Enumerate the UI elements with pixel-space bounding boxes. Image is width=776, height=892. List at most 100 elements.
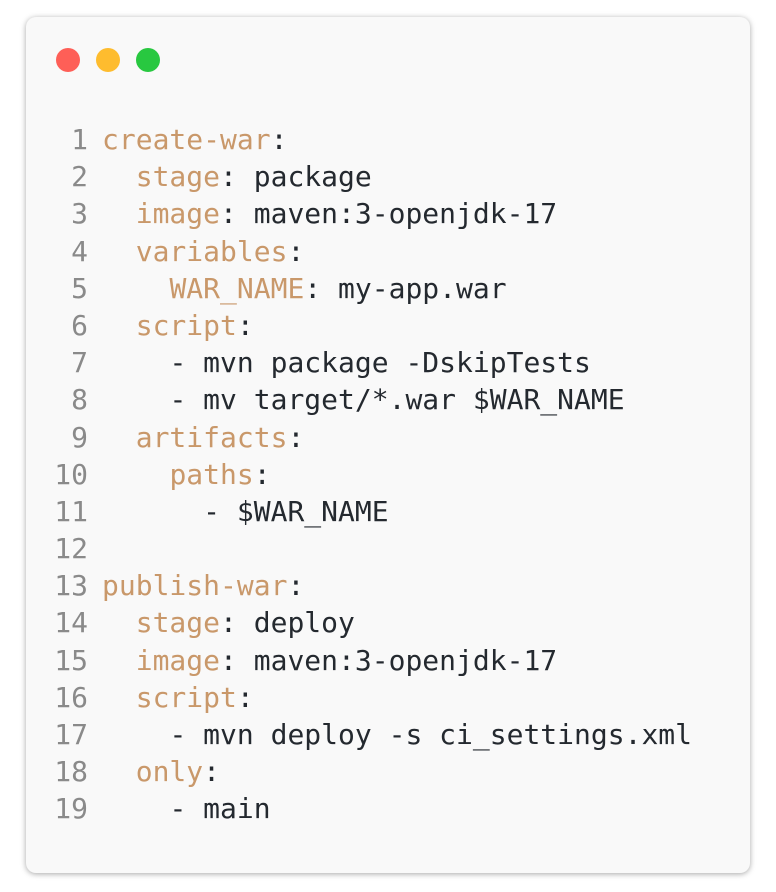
code-line: 8 - mv target/*.war $WAR_NAME: [26, 381, 692, 418]
yaml-value: my-app.war: [338, 271, 507, 305]
line-number: 7: [71, 346, 88, 380]
line-content: stage: package: [102, 158, 372, 195]
yaml-key: image: [135, 197, 221, 231]
line-content: artifacts:: [102, 419, 305, 456]
line-content: only:: [102, 753, 220, 790]
yaml-value: package: [253, 160, 372, 194]
code-window: 1 create-war: 2 stage: package 3 image: mav…: [26, 17, 750, 873]
yaml-key: variables: [135, 234, 288, 268]
yaml-value: deploy: [253, 606, 355, 640]
yaml-value: - mvn package -DskipTests: [169, 346, 591, 380]
yaml-separator: :: [220, 606, 254, 640]
code-line: 9 artifacts:: [26, 419, 692, 456]
yaml-separator: :: [287, 420, 305, 454]
yaml-value: - $WAR_NAME: [203, 494, 389, 528]
yaml-key: create-war: [102, 123, 271, 156]
line-content: image: maven:3-openjdk-17: [102, 195, 557, 232]
yaml-value: - mv target/*.war $WAR_NAME: [169, 383, 625, 417]
line-number: 10: [54, 457, 88, 491]
code-line: 19 - main: [26, 790, 692, 827]
line-number: 15: [54, 643, 88, 677]
yaml-value: - main: [169, 792, 271, 826]
code-block: 1 create-war: 2 stage: package 3 image: mav…: [26, 121, 692, 828]
line-number: 13: [54, 569, 88, 603]
code-line: 7 - mvn package -DskipTests: [26, 344, 692, 381]
yaml-key: publish-war: [102, 569, 288, 603]
line-content: create-war:: [102, 121, 287, 158]
yaml-separator: :: [287, 569, 305, 603]
line-content: - mvn package -DskipTests: [102, 344, 591, 381]
yaml-value: maven:3-openjdk-17: [253, 643, 558, 677]
line-number: 4: [71, 234, 88, 268]
code-line: 16 script:: [26, 679, 692, 716]
line-number: 2: [71, 160, 88, 194]
yaml-separator: :: [236, 680, 254, 714]
line-number: 3: [71, 197, 88, 231]
yaml-key: paths: [169, 457, 254, 491]
yaml-key: WAR_NAME: [169, 271, 305, 305]
line-number: 18: [54, 755, 88, 789]
line-content: script:: [102, 679, 254, 716]
line-number: 19: [54, 792, 88, 826]
line-number: 6: [71, 308, 88, 342]
code-line: 18 only:: [26, 753, 692, 790]
code-line: 11 - $WAR_NAME: [26, 493, 692, 530]
line-number: 8: [71, 383, 88, 417]
close-dot[interactable]: [56, 48, 80, 72]
code-line: 1 create-war:: [26, 121, 692, 158]
yaml-separator: :: [270, 123, 288, 156]
yaml-key: script: [135, 308, 237, 342]
code-line: 14 stage: deploy: [26, 604, 692, 641]
line-content: - $WAR_NAME: [102, 493, 389, 530]
yaml-separator: :: [220, 160, 254, 194]
line-content: paths:: [102, 456, 271, 493]
yaml-value: - mvn deploy -s ci_settings.xml: [169, 718, 693, 751]
window-controls: [56, 48, 160, 72]
line-number: 16: [54, 680, 88, 714]
line-number: 17: [54, 718, 88, 751]
code-line: 10 paths:: [26, 456, 692, 493]
yaml-separator: :: [220, 197, 254, 231]
line-number: 14: [54, 606, 88, 640]
line-number: 1: [71, 123, 88, 156]
yaml-key: stage: [135, 160, 221, 194]
yaml-key: script: [135, 680, 237, 714]
yaml-separator: :: [236, 308, 254, 342]
yaml-separator: :: [287, 234, 305, 268]
code-line: 12: [26, 530, 692, 567]
line-content: WAR_NAME: my-app.war: [102, 270, 507, 307]
yaml-separator: :: [253, 457, 271, 491]
line-content: stage: deploy: [102, 604, 355, 641]
yaml-key: artifacts: [135, 420, 288, 454]
minimize-dot[interactable]: [96, 48, 120, 72]
code-line: 6 script:: [26, 307, 692, 344]
yaml-key: only: [135, 755, 204, 789]
line-content: - main: [102, 790, 271, 827]
line-number: 11: [54, 494, 88, 528]
line-number: 9: [71, 420, 88, 454]
line-content: - mv target/*.war $WAR_NAME: [102, 381, 625, 418]
code-line: 5 WAR_NAME: my-app.war: [26, 270, 692, 307]
line-content: image: maven:3-openjdk-17: [102, 642, 557, 679]
maximize-dot[interactable]: [136, 48, 160, 72]
code-line: 4 variables:: [26, 233, 692, 270]
code-line: 3 image: maven:3-openjdk-17: [26, 195, 692, 232]
line-number: 12: [54, 532, 88, 566]
code-line: 13 publish-war:: [26, 567, 692, 604]
